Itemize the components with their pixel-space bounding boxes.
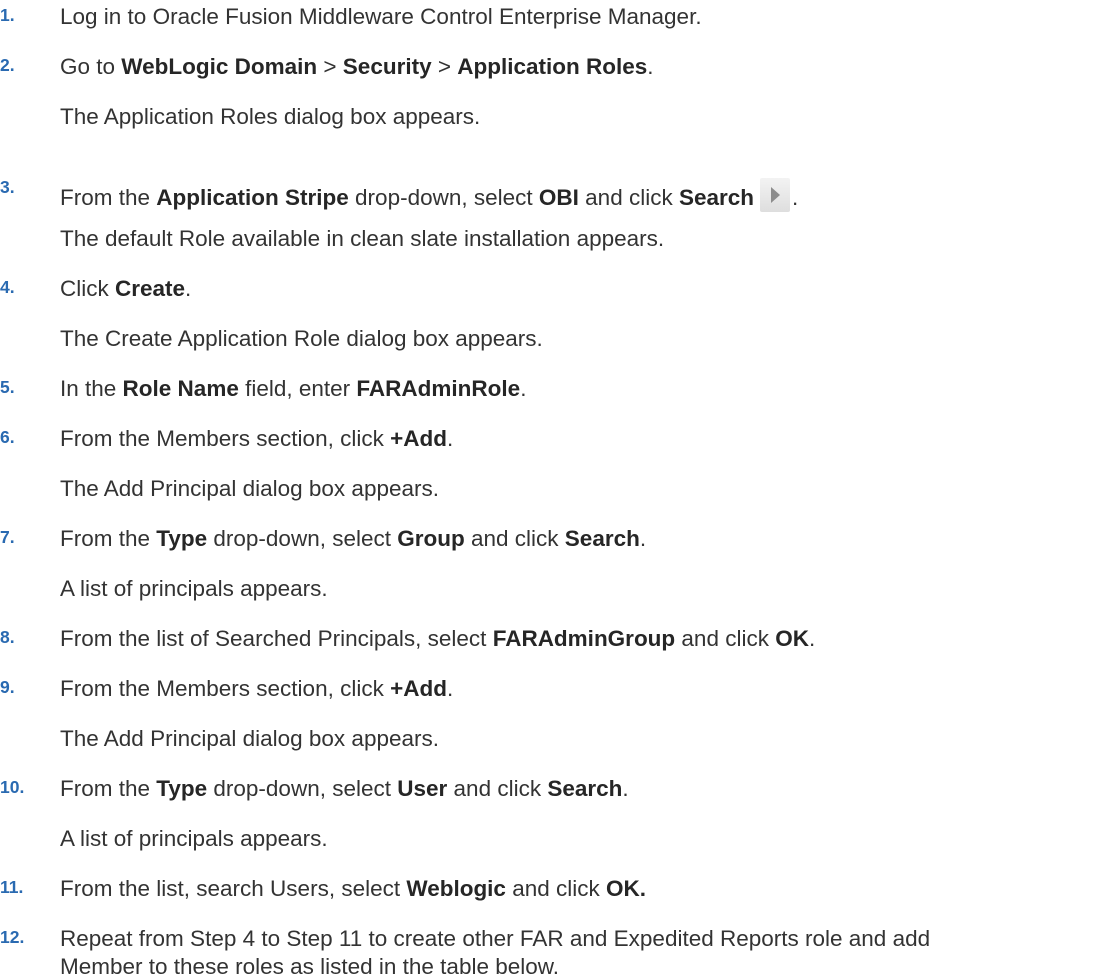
step-text: From the Application Stripe drop-down, s… bbox=[60, 178, 798, 212]
step-number: 12. bbox=[0, 927, 25, 947]
step-number: 7. bbox=[0, 527, 15, 547]
step-text: Log in to Oracle Fusion Middleware Contr… bbox=[60, 4, 702, 29]
step-4-result: The Create Application Role dialog box a… bbox=[60, 326, 543, 351]
step-3-result: The default Role available in clean slat… bbox=[60, 226, 665, 251]
step-10-result: A list of principals appears. bbox=[60, 826, 328, 851]
step-text: Click Create. bbox=[60, 276, 192, 301]
step-2-result: The Application Roles dialog box appears… bbox=[60, 104, 481, 129]
document-page: 1. Log in to Oracle Fusion Middleware Co… bbox=[0, 0, 1100, 977]
step-text: From the Type drop-down, select Group an… bbox=[60, 526, 647, 551]
step-number: 11. bbox=[0, 877, 24, 897]
step-12-continuation: Member to these roles as listed in the t… bbox=[60, 954, 560, 979]
step-number: 3. bbox=[0, 177, 15, 197]
step-number: 9. bbox=[0, 677, 15, 697]
step-text: From the list, search Users, select Webl… bbox=[60, 876, 647, 901]
step-number: 5. bbox=[0, 377, 15, 397]
step-text: From the list of Searched Principals, se… bbox=[60, 626, 816, 651]
step-text: From the Members section, click +Add. bbox=[60, 426, 454, 451]
step-text: Go to WebLogic Domain > Security > Appli… bbox=[60, 54, 654, 79]
step-number: 8. bbox=[0, 627, 15, 647]
search-arrow-icon bbox=[760, 178, 791, 212]
step-7-result: A list of principals appears. bbox=[60, 576, 328, 601]
step-number: 4. bbox=[0, 277, 15, 297]
step-text: From the Type drop-down, select User and… bbox=[60, 776, 629, 801]
step-number: 6. bbox=[0, 427, 15, 447]
step-9-result: The Add Principal dialog box appears. bbox=[60, 726, 439, 751]
step-text: In the Role Name field, enter FARAdminRo… bbox=[60, 376, 527, 401]
step-text: From the Members section, click +Add. bbox=[60, 676, 454, 701]
step-text: Repeat from Step 4 to Step 11 to create … bbox=[60, 926, 931, 951]
step-6-result: The Add Principal dialog box appears. bbox=[60, 476, 439, 501]
step-number: 1. bbox=[0, 5, 15, 25]
step-number: 2. bbox=[0, 55, 15, 75]
step-number: 10. bbox=[0, 777, 25, 797]
